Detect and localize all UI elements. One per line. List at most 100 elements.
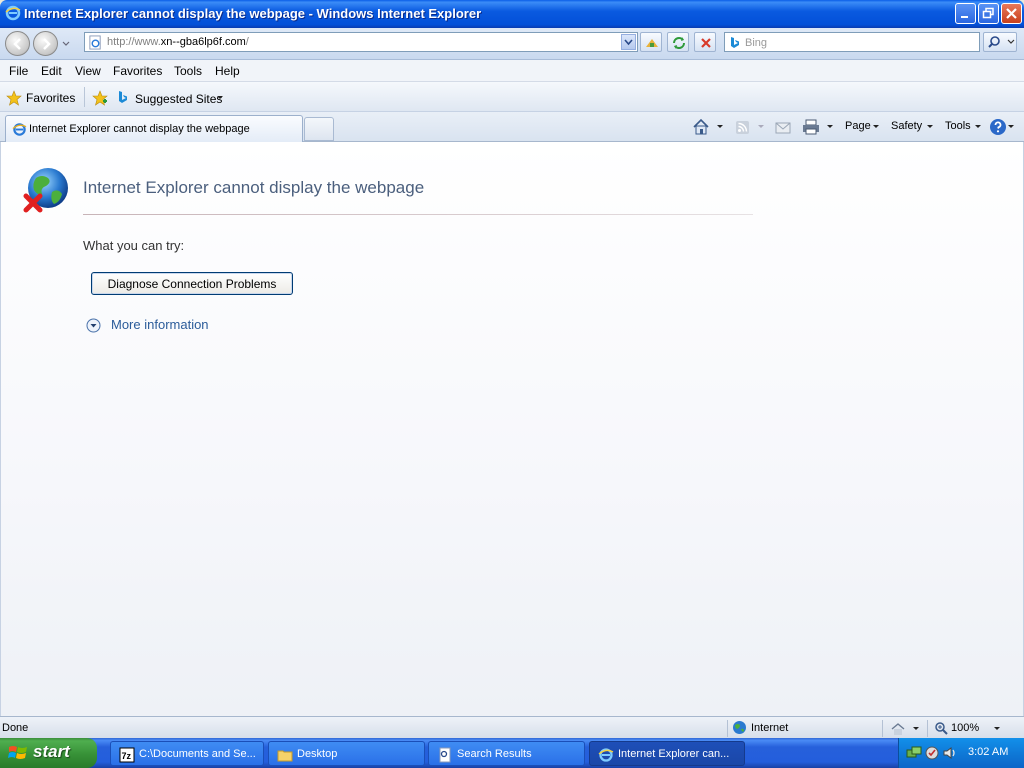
status-bar: Done Internet 100% (0, 716, 1024, 738)
compatibility-view-button[interactable] (640, 32, 662, 52)
expand-down-icon[interactable] (86, 318, 101, 333)
menu-file[interactable]: File (9, 64, 28, 78)
address-dropdown-button[interactable] (621, 34, 636, 50)
internet-explorer-icon (598, 748, 614, 762)
menu-bar: File Edit View Favorites Tools Help (0, 60, 1024, 82)
svg-text:7z: 7z (122, 751, 132, 761)
zoom-level[interactable]: 100% (951, 722, 979, 734)
7zip-icon: 7z (119, 747, 135, 763)
tab-current[interactable]: Internet Explorer cannot display the web… (5, 115, 303, 142)
suggested-sites-button[interactable]: Suggested Sites (135, 92, 222, 106)
bing-icon (731, 37, 739, 48)
page-menu-button[interactable]: Page (845, 120, 871, 132)
diagnose-connection-problems-button[interactable]: Diagnose Connection Problems (91, 272, 293, 295)
minimize-icon (961, 16, 968, 18)
close-button[interactable] (1001, 3, 1022, 24)
favorites-separator (84, 87, 85, 107)
internet-explorer-icon (5, 5, 21, 21)
menu-tools[interactable]: Tools (174, 64, 202, 78)
address-toolbar: http://www.xn--gba6lp6f.com/ Bing (0, 28, 1024, 60)
print-dropdown-icon[interactable] (827, 125, 833, 128)
url-prefix: http://www. (107, 36, 161, 48)
window-title: Internet Explorer cannot display the web… (24, 6, 482, 21)
feeds-dropdown-icon[interactable] (758, 125, 764, 128)
search-placeholder: Bing (745, 37, 768, 49)
feeds-icon[interactable] (735, 118, 751, 136)
help-dropdown-icon[interactable] (1008, 125, 1014, 128)
page-icon (89, 35, 101, 50)
start-label: start (33, 742, 70, 761)
internet-zone-icon (733, 721, 746, 734)
tools-menu-button[interactable]: Tools (945, 120, 971, 132)
add-to-favorites-bar-icon[interactable] (91, 89, 109, 107)
title-bar: Internet Explorer cannot display the web… (0, 0, 1024, 28)
protected-mode-dropdown-icon[interactable] (913, 727, 919, 730)
status-text: Done (2, 722, 29, 734)
network-icon[interactable] (906, 745, 922, 761)
chevron-down-icon[interactable] (217, 96, 223, 99)
restore-button[interactable] (978, 3, 999, 24)
menu-edit[interactable]: Edit (41, 64, 62, 78)
search-icon (988, 36, 1015, 48)
minimize-button[interactable] (955, 3, 976, 24)
page-title: Internet Explorer cannot display the web… (83, 178, 425, 197)
start-button[interactable]: start (0, 738, 97, 768)
taskbar-item-search-results[interactable]: Search Results (428, 741, 585, 766)
search-results-icon (439, 747, 451, 763)
windows-flag-icon (8, 746, 27, 759)
close-icon (1006, 8, 1017, 19)
system-tray: 3:02 AM (898, 738, 1024, 768)
help-icon[interactable] (989, 118, 1007, 136)
refresh-icon (673, 37, 685, 49)
stop-icon (701, 38, 711, 48)
internet-explorer-icon (12, 123, 27, 136)
bing-icon (119, 91, 127, 103)
page-dropdown-icon[interactable] (873, 125, 879, 128)
taskbar-item-label: C:\Documents and Se... (139, 748, 256, 760)
menu-help[interactable]: Help (215, 64, 240, 78)
refresh-button[interactable] (667, 32, 689, 52)
tab-row: Internet Explorer cannot display the web… (0, 112, 1024, 142)
page-content: Internet Explorer cannot display the web… (0, 142, 1024, 716)
search-button[interactable] (983, 32, 1017, 52)
menu-favorites[interactable]: Favorites (113, 64, 162, 78)
security-zone-label: Internet (751, 722, 789, 734)
forward-button[interactable] (33, 31, 58, 56)
print-icon[interactable] (802, 118, 820, 136)
status-separator (882, 720, 883, 737)
chevron-down-icon (624, 39, 633, 46)
safety-menu-button[interactable]: Safety (891, 120, 922, 132)
menu-view[interactable]: View (75, 64, 101, 78)
mail-icon[interactable] (775, 118, 791, 136)
back-arrow-icon (13, 38, 21, 50)
address-url[interactable]: http://www.xn--gba6lp6f.com/ (107, 36, 249, 48)
recent-pages-dropdown-icon[interactable] (62, 40, 70, 48)
home-dropdown-icon[interactable] (717, 125, 723, 128)
status-separator (927, 720, 928, 737)
shield-icon[interactable] (924, 745, 940, 761)
taskbar-item-desktop[interactable]: Desktop (268, 741, 425, 766)
protected-mode-icon[interactable] (890, 721, 906, 736)
safety-dropdown-icon[interactable] (927, 125, 933, 128)
title-divider (83, 214, 753, 215)
taskbar-item-internet-explorer[interactable]: Internet Explorer can... (589, 741, 745, 766)
address-bar[interactable]: http://www.xn--gba6lp6f.com/ (84, 32, 638, 52)
home-icon[interactable] (692, 118, 710, 136)
tab-label: Internet Explorer cannot display the web… (29, 123, 250, 135)
more-information-link[interactable]: More information (111, 317, 209, 332)
back-button[interactable] (5, 31, 30, 56)
favorites-bar: Favorites Suggested Sites (0, 82, 1024, 112)
favorites-star-icon[interactable] (6, 90, 22, 106)
restore-icon (982, 7, 994, 19)
taskbar-item-7zip[interactable]: 7z C:\Documents and Se... (110, 741, 264, 766)
volume-icon[interactable] (942, 745, 958, 761)
compatibility-view-icon (646, 39, 658, 47)
tools-dropdown-icon[interactable] (975, 125, 981, 128)
zoom-dropdown-icon[interactable] (994, 727, 1000, 730)
stop-button[interactable] (694, 32, 716, 52)
zoom-icon[interactable] (934, 721, 948, 735)
new-tab-button[interactable] (304, 117, 334, 141)
search-input[interactable]: Bing (724, 32, 980, 52)
url-suffix: / (245, 36, 249, 48)
favorites-button[interactable]: Favorites (26, 91, 75, 105)
